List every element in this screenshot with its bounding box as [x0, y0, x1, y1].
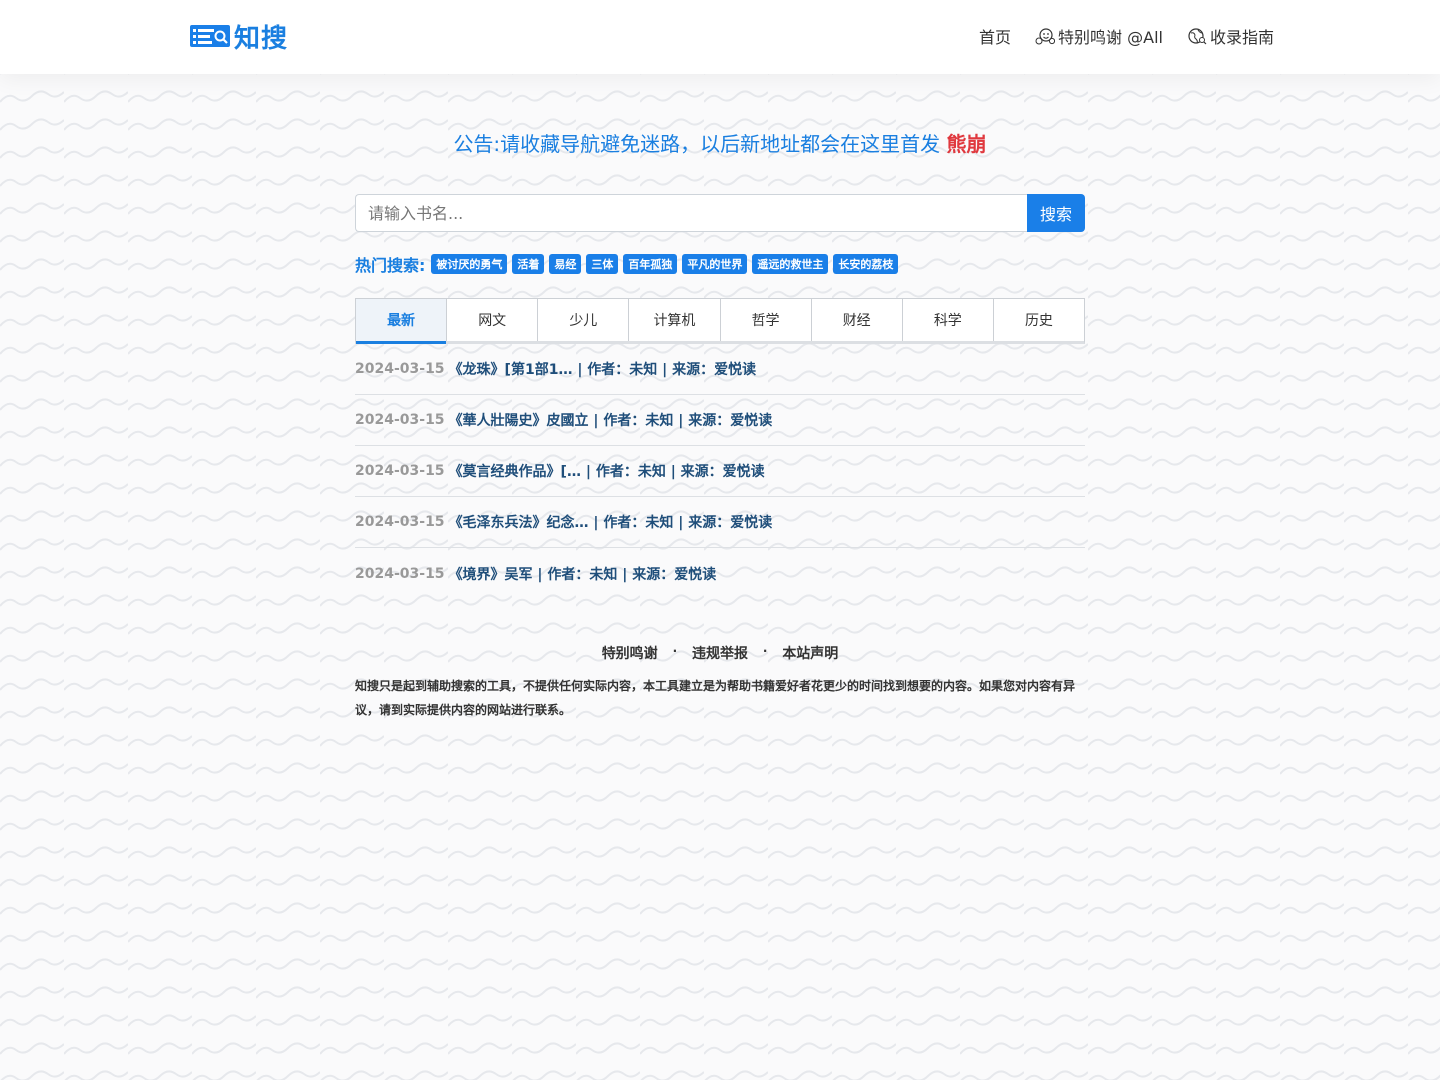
nav-thanks[interactable]: 特别鸣谢 @All	[1035, 24, 1163, 48]
hot-tag[interactable]: 易经	[549, 254, 582, 274]
search-bar: 搜索	[355, 194, 1085, 232]
footer-separator: ·	[762, 644, 768, 658]
list-item: 2024-03-15 《毛泽东兵法》纪念… | 作者：未知 | 来源：爱悦读	[355, 497, 1085, 548]
earth-icon	[1188, 28, 1207, 45]
tab-web-novel[interactable]: 网文	[447, 299, 539, 341]
search-button[interactable]: 搜索	[1027, 194, 1085, 232]
footer-link-report[interactable]: 违规举报	[692, 646, 748, 662]
footer-separator: ·	[672, 644, 678, 658]
announcement-text: 公告:请收藏导航避免迷路，以后新地址都会在这里首发	[453, 132, 941, 156]
nav-home[interactable]: 首页	[979, 24, 1011, 48]
list-item: 2024-03-15 《龙珠》[第1部1… | 作者：未知 | 来源：爱悦读	[355, 344, 1085, 395]
tab-philosophy[interactable]: 哲学	[721, 299, 812, 341]
category-tabs: 最新 网文 少儿 计算机 哲学 财经 科学 历史	[355, 298, 1085, 344]
book-list: 2024-03-15 《龙珠》[第1部1… | 作者：未知 | 来源：爱悦读 2…	[355, 344, 1085, 599]
list-item-date: 2024-03-15	[355, 361, 445, 377]
tab-latest[interactable]: 最新	[356, 299, 448, 344]
list-item-date: 2024-03-15	[355, 412, 445, 428]
list-item: 2024-03-15 《莫言经典作品》[… | 作者：未知 | 来源：爱悦读	[355, 446, 1085, 497]
footer-link-thanks[interactable]: 特别鸣谢	[602, 646, 658, 662]
footer-link-statement[interactable]: 本站声明	[782, 646, 838, 662]
logo-text: 知搜	[234, 23, 289, 54]
nav-guide-label: 收录指南	[1209, 28, 1274, 47]
top-header: 知搜 首页 特别鸣谢 @All 收录指南	[0, 0, 1440, 74]
nav-guide[interactable]: 收录指南	[1187, 24, 1274, 48]
tab-children[interactable]: 少儿	[538, 299, 630, 341]
list-item-title[interactable]: 《境界》吴军 | 作者：未知 | 来源：爱悦读	[449, 564, 717, 584]
list-item-title[interactable]: 《華人壯陽史》皮國立 | 作者：未知 | 来源：爱悦读	[449, 410, 773, 430]
search-input[interactable]	[355, 194, 1027, 232]
list-item-date: 2024-03-15	[355, 463, 445, 479]
top-nav: 首页 特别鸣谢 @All 收录指南	[979, 24, 1274, 48]
hot-tag[interactable]: 百年孤独	[623, 254, 678, 274]
list-item-date: 2024-03-15	[355, 565, 445, 582]
footer-links: 特别鸣谢 · 违规举报 · 本站声明	[0, 643, 1440, 663]
list-item: 2024-03-15 《華人壯陽史》皮國立 | 作者：未知 | 来源：爱悦读	[355, 395, 1085, 446]
list-item-title[interactable]: 《毛泽东兵法》纪念… | 作者：未知 | 来源：爱悦读	[449, 512, 773, 532]
site-logo[interactable]: 知搜	[190, 20, 289, 54]
hot-tag[interactable]: 三体	[586, 254, 619, 274]
logo-search-icon	[190, 25, 230, 47]
hot-tag[interactable]: 活着	[512, 254, 545, 274]
hot-tag[interactable]: 被讨厌的勇气	[431, 254, 508, 274]
list-item: 2024-03-15 《境界》吴军 | 作者：未知 | 来源：爱悦读	[355, 548, 1085, 599]
list-item-title[interactable]: 《龙珠》[第1部1… | 作者：未知 | 来源：爱悦读	[449, 359, 757, 379]
hot-search-label: 热门搜索:	[355, 256, 426, 275]
tab-history[interactable]: 历史	[994, 299, 1084, 341]
tab-finance[interactable]: 财经	[812, 299, 903, 341]
list-item-date: 2024-03-15	[355, 514, 445, 530]
hot-tag[interactable]: 平凡的世界	[682, 254, 748, 274]
smile-group-icon	[1035, 28, 1056, 45]
tab-science[interactable]: 科学	[903, 299, 994, 341]
nav-home-label: 首页	[979, 28, 1012, 47]
announcement-highlight[interactable]: 熊崩	[947, 132, 987, 156]
hot-search: 热门搜索: 被讨厌的勇气 活着 易经 三体 百年孤独 平凡的世界 遥远的救世主 …	[355, 252, 899, 276]
hot-tag[interactable]: 长安的荔枝	[833, 254, 899, 274]
hot-tag[interactable]: 遥远的救世主	[752, 254, 829, 274]
tab-computer[interactable]: 计算机	[629, 299, 721, 341]
announcement: 公告:请收藏导航避免迷路，以后新地址都会在这里首发 熊崩	[0, 128, 1440, 157]
nav-thanks-label: 特别鸣谢 @All	[1058, 28, 1163, 47]
footer-disclaimer: 知搜只是起到辅助搜索的工具，不提供任何实际内容，本工具建立是为帮助书籍爱好者花更…	[355, 679, 1076, 717]
list-item-title[interactable]: 《莫言经典作品》[… | 作者：未知 | 来源：爱悦读	[449, 461, 765, 481]
